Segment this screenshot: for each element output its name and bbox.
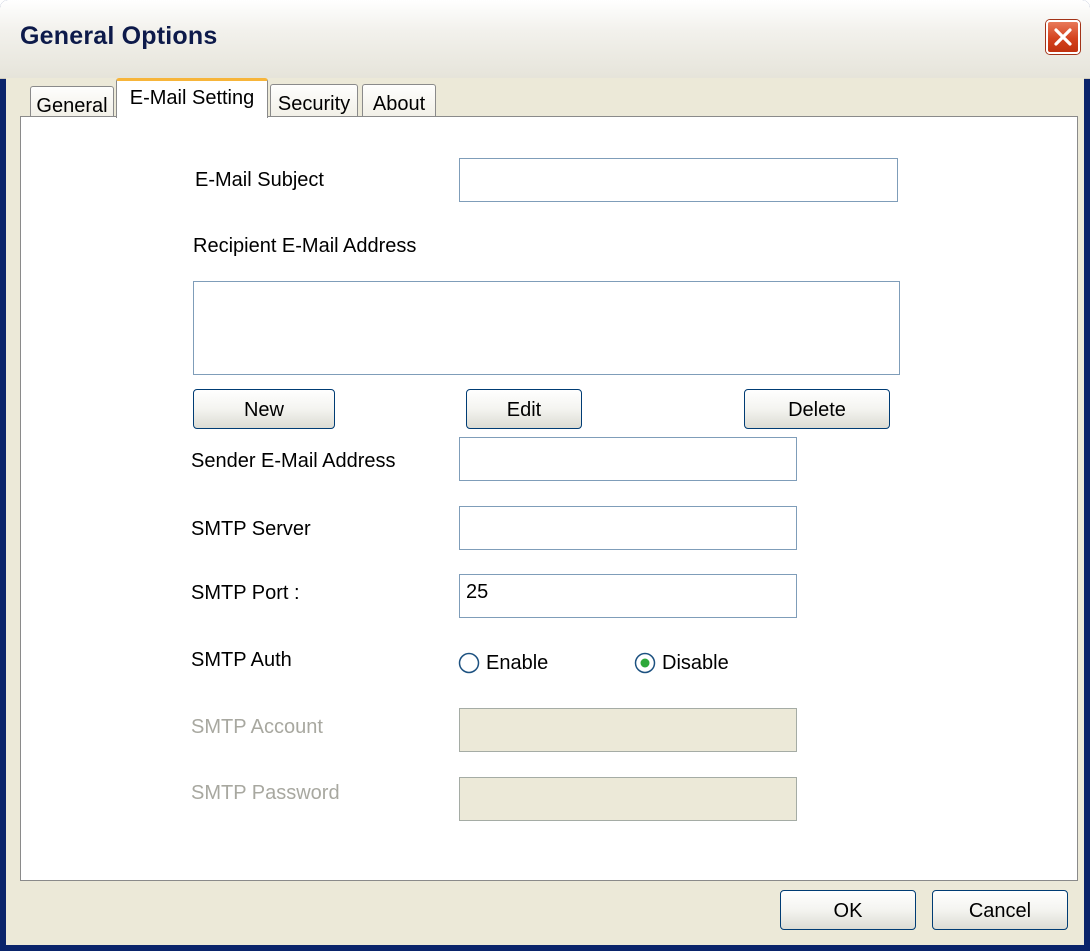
auth-disable-radio[interactable]: Disable (634, 652, 744, 676)
close-button[interactable] (1046, 20, 1080, 54)
ok-button[interactable]: OK (780, 890, 916, 930)
email-setting-panel: E-Mail Subject Recipient E-Mail Address … (20, 116, 1078, 881)
tab-general-label: General (36, 95, 108, 117)
edit-button[interactable]: Edit (466, 389, 582, 429)
smtp-server-input[interactable] (459, 506, 797, 550)
smtp-account-input (459, 708, 797, 752)
delete-button[interactable]: Delete (744, 389, 890, 429)
dialog-body: General E-Mail Setting Security About E-… (6, 78, 1084, 945)
recipient-email-list[interactable] (193, 281, 900, 375)
window-title: General Options (20, 22, 218, 50)
smtp-password-label: SMTP Password (191, 782, 340, 804)
delete-button-label: Delete (788, 399, 846, 421)
smtp-auth-label: SMTP Auth (191, 649, 292, 671)
recipient-email-label: Recipient E-Mail Address (193, 235, 417, 257)
auth-enable-radio[interactable]: Enable (458, 652, 568, 676)
general-options-window: General Options General E-Mail Setting S… (0, 0, 1090, 951)
ok-button-label: OK (833, 900, 863, 922)
smtp-account-label: SMTP Account (191, 716, 323, 738)
tab-general[interactable]: General (30, 86, 114, 118)
smtp-port-label: SMTP Port : (191, 582, 300, 604)
auth-disable-label: Disable (662, 652, 729, 674)
tab-email-setting-label: E-Mail Setting (129, 87, 255, 109)
email-subject-label: E-Mail Subject (195, 169, 324, 191)
tab-about-label: About (372, 93, 426, 115)
smtp-server-label: SMTP Server (191, 518, 311, 540)
smtp-password-input (459, 777, 797, 821)
tab-security[interactable]: Security (270, 84, 358, 118)
edit-button-label: Edit (506, 399, 542, 421)
auth-enable-label: Enable (486, 652, 549, 674)
radio-unchecked-icon (458, 652, 480, 674)
radio-checked-icon (634, 652, 656, 674)
tab-security-label: Security (277, 93, 351, 115)
smtp-port-input[interactable]: 25 (459, 574, 797, 618)
sender-email-input[interactable] (459, 437, 797, 481)
tab-email-setting[interactable]: E-Mail Setting (116, 78, 268, 118)
sender-email-label: Sender E-Mail Address (191, 450, 396, 472)
cancel-button-label: Cancel (968, 900, 1032, 922)
tab-about[interactable]: About (362, 84, 436, 118)
new-button-label: New (243, 399, 284, 421)
email-subject-input[interactable] (459, 158, 898, 202)
cancel-button[interactable]: Cancel (932, 890, 1068, 930)
close-icon (1054, 28, 1072, 46)
new-button[interactable]: New (193, 389, 335, 429)
title-bar[interactable]: General Options (0, 0, 1090, 79)
